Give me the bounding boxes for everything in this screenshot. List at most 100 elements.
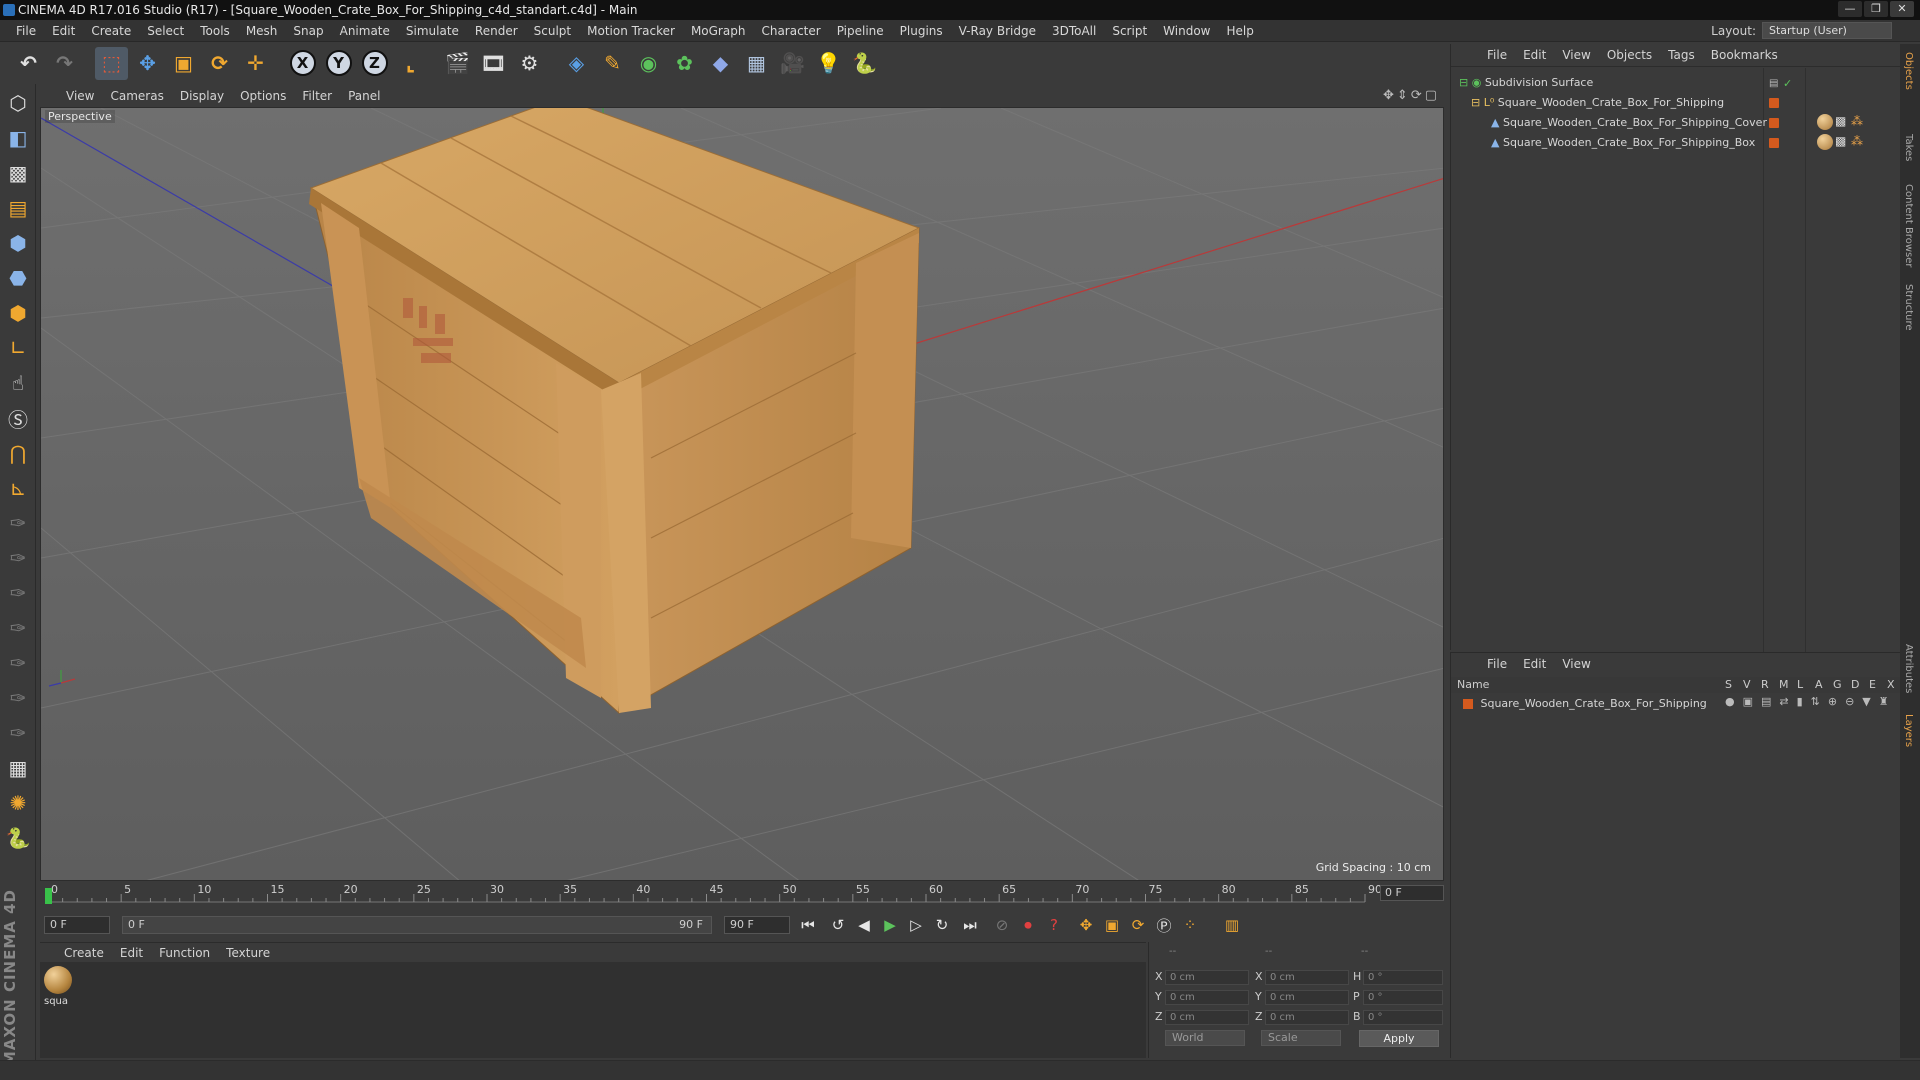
subdivision-icon[interactable]: ◉ (632, 47, 665, 80)
coord-mode-select[interactable]: World (1165, 1030, 1245, 1046)
rotate-icon[interactable]: ⟳ (203, 47, 236, 80)
viewport-menu-view[interactable]: View (58, 89, 102, 103)
grid-lock-icon[interactable]: ▦ (1, 752, 35, 784)
tab-attributes[interactable]: Attributes (1903, 644, 1914, 693)
tab-structure[interactable]: Structure (1903, 284, 1914, 331)
render-picture-viewer-icon[interactable]: 🎞 (477, 47, 510, 80)
go-to-end-icon[interactable]: ⏭ (958, 914, 982, 936)
maximize-button[interactable]: ❐ (1864, 1, 1888, 17)
camera-icon[interactable]: 🎥 (776, 47, 809, 80)
size-x-field[interactable]: 0 cm (1265, 970, 1349, 985)
material-menu-create[interactable]: Create (56, 946, 112, 960)
menu-3dtoall[interactable]: 3DToAll (1044, 24, 1104, 38)
coord-size-mode-select[interactable]: Scale (1261, 1030, 1341, 1046)
position-z-field[interactable]: 0 cm (1165, 1010, 1249, 1025)
pen-spline-icon[interactable]: ✎ (596, 47, 629, 80)
magnet-icon[interactable]: ⋂ (1, 437, 35, 469)
scale-icon[interactable]: ▣ (167, 47, 200, 80)
cube-icon[interactable]: ◈ (560, 47, 593, 80)
brush-2-icon[interactable]: ✑ (1, 542, 35, 574)
material-swatch[interactable] (44, 966, 72, 994)
live-selection-icon[interactable]: ⬚ (95, 46, 128, 80)
viewport-menu-filter[interactable]: Filter (294, 89, 340, 103)
brush-7-icon[interactable]: ✑ (1, 717, 35, 749)
floor-icon[interactable]: ▦ (740, 47, 773, 80)
snap-icon[interactable]: Ⓢ (1, 402, 35, 434)
menu-script[interactable]: Script (1104, 24, 1155, 38)
uvw-tag-icon[interactable]: ▩ (1835, 134, 1846, 148)
checkmark-icon[interactable]: ✓ (1783, 77, 1792, 90)
start-frame-field[interactable]: 0 F (44, 916, 110, 934)
redo-icon[interactable]: ↷ (48, 47, 81, 80)
key-pla-icon[interactable]: ⁘ (1178, 914, 1202, 936)
object-menu-bookmarks[interactable]: Bookmarks (1703, 48, 1786, 62)
coordinate-system-icon[interactable]: ⌞ (394, 47, 427, 80)
play-icon[interactable]: ▶ (878, 914, 902, 936)
menu-plugins[interactable]: Plugins (892, 24, 951, 38)
object-row-subdivision-surface[interactable]: ⊟ ◉ Subdivision Surface (1459, 74, 1593, 92)
key-rotation-icon[interactable]: ⟳ (1126, 914, 1150, 936)
menu-animate[interactable]: Animate (332, 24, 398, 38)
object-row-crate-cover[interactable]: ▲ Square_Wooden_Crate_Box_For_Shipping_C… (1491, 114, 1767, 132)
rotation-b-field[interactable]: 0 ° (1363, 1010, 1443, 1025)
material-tag-icon[interactable] (1817, 134, 1833, 150)
menu-snap[interactable]: Snap (285, 24, 331, 38)
array-icon[interactable]: ✿ (668, 47, 701, 80)
tweak-mode-icon[interactable]: ☝ (1, 367, 35, 399)
viewport-menu-panel[interactable]: Panel (340, 89, 388, 103)
layer-color-swatch[interactable] (1769, 98, 1779, 108)
menu-motion-tracker[interactable]: Motion Tracker (579, 24, 683, 38)
menu-sculpt[interactable]: Sculpt (526, 24, 579, 38)
brush-3-icon[interactable]: ✑ (1, 577, 35, 609)
timeline-window-icon[interactable]: ▥ (1220, 914, 1244, 936)
workplane-icon[interactable]: ▤ (1, 192, 35, 224)
object-menu-file[interactable]: File (1479, 48, 1515, 62)
menu-mograph[interactable]: MoGraph (683, 24, 754, 38)
material-menu-edit[interactable]: Edit (112, 946, 151, 960)
render-view-icon[interactable]: 🎬 (441, 47, 474, 80)
brush-4-icon[interactable]: ✑ (1, 612, 35, 644)
layer-color-swatch[interactable] (1769, 118, 1779, 128)
brush-1-icon[interactable]: ✑ (1, 507, 35, 539)
object-menu-objects[interactable]: Objects (1599, 48, 1660, 62)
object-menu-tags[interactable]: Tags (1660, 48, 1703, 62)
rotation-h-field[interactable]: 0 ° (1363, 970, 1443, 985)
rotation-p-field[interactable]: 0 ° (1363, 990, 1443, 1005)
material-menu-texture[interactable]: Texture (218, 946, 278, 960)
object-menu-edit[interactable]: Edit (1515, 48, 1554, 62)
viewport-perspective[interactable]: Perspective Grid Spacing : 10 cm (40, 107, 1444, 881)
object-menu-view[interactable]: View (1554, 48, 1598, 62)
layer-color-swatch[interactable] (1463, 699, 1473, 709)
layer-row[interactable]: Square_Wooden_Crate_Box_For_Shipping (1463, 695, 1707, 713)
menu-tools[interactable]: Tools (192, 24, 238, 38)
move-icon[interactable]: ✥ (131, 47, 164, 80)
light-icon[interactable]: 💡 (812, 47, 845, 80)
menu-file[interactable]: File (8, 24, 44, 38)
menu-mesh[interactable]: Mesh (238, 24, 286, 38)
model-mode-icon[interactable]: ◧ (1, 122, 35, 154)
layer-color-swatch[interactable] (1769, 138, 1779, 148)
tab-takes[interactable]: Takes (1903, 134, 1914, 161)
workplane-lock-icon[interactable]: ⊾ (1, 472, 35, 504)
y-axis-lock-icon[interactable]: Y (322, 47, 355, 80)
z-axis-lock-icon[interactable]: Z (358, 47, 391, 80)
x-axis-lock-icon[interactable]: X (286, 47, 319, 80)
layer-menu-edit[interactable]: Edit (1515, 657, 1554, 671)
minimize-button[interactable]: — (1838, 1, 1862, 17)
preview-range-slider[interactable]: 0 F 90 F (122, 916, 712, 934)
menu-help[interactable]: Help (1218, 24, 1261, 38)
layer-flag-icons[interactable]: ●▣▤⇄▮⇅⊕⊖▼♜ (1725, 695, 1897, 708)
material-menu-function[interactable]: Function (151, 946, 218, 960)
deformer-icon[interactable]: ◆ (704, 47, 737, 80)
object-row-crate-null[interactable]: ⊟ L⁰ Square_Wooden_Crate_Box_For_Shippin… (1471, 94, 1724, 112)
menu-render[interactable]: Render (467, 24, 526, 38)
menu-window[interactable]: Window (1155, 24, 1218, 38)
record-keyframes-off-icon[interactable]: ⊘ (990, 914, 1014, 936)
end-frame-field[interactable]: 90 F (724, 916, 790, 934)
undo-icon[interactable]: ↶ (12, 47, 45, 80)
key-param-icon[interactable]: Ⓟ (1152, 914, 1176, 936)
close-button[interactable]: ✕ (1890, 1, 1914, 17)
selection-tag-icon[interactable]: ⁂ (1851, 134, 1863, 148)
render-settings-icon[interactable]: ⚙ (513, 47, 546, 80)
key-scale-icon[interactable]: ▣ (1100, 914, 1124, 936)
